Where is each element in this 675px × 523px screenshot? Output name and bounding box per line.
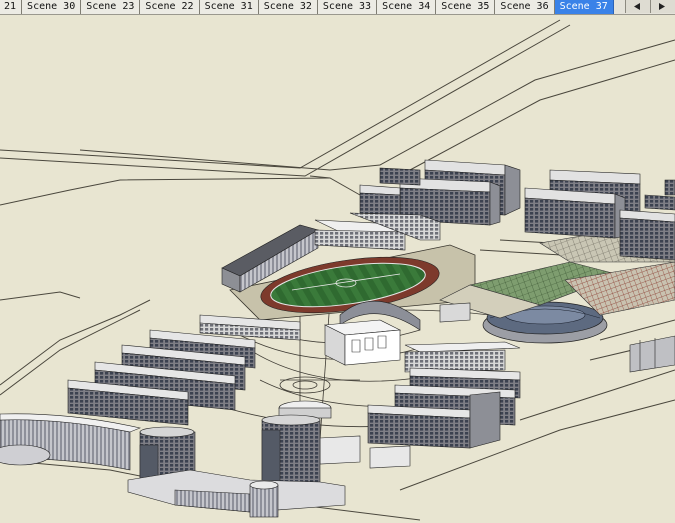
- scene-tab-37[interactable]: Scene 37: [554, 0, 614, 14]
- scene-tab-23[interactable]: Scene 23: [81, 0, 141, 14]
- scene-tab-36[interactable]: Scene 36: [495, 0, 555, 14]
- triangle-left-icon: [634, 3, 640, 10]
- scene-tab-32[interactable]: Scene 32: [258, 0, 318, 14]
- dormitory-block-5: [524, 187, 626, 239]
- scroll-tabs-left-button[interactable]: [625, 0, 650, 13]
- scene-tab-35[interactable]: Scene 35: [436, 0, 496, 14]
- scene-tab-30[interactable]: Scene 30: [22, 0, 82, 14]
- scene-tab-34[interactable]: Scene 34: [377, 0, 437, 14]
- sketchup-window: 21 Scene 30 Scene 23 Scene 22 Scene 31 S…: [0, 0, 675, 523]
- triangle-right-icon: [659, 3, 665, 10]
- scene-tab-31[interactable]: Scene 31: [199, 0, 259, 14]
- scene-tab-bar: 21 Scene 30 Scene 23 Scene 22 Scene 31 S…: [0, 0, 675, 15]
- scene-tab-22[interactable]: Scene 22: [140, 0, 200, 14]
- scene-tab-33[interactable]: Scene 33: [317, 0, 378, 14]
- scene-tab-21[interactable]: 21: [0, 0, 23, 14]
- classroom-row-5: [404, 341, 521, 373]
- tab-bar-spacer: [613, 0, 625, 14]
- model-viewport[interactable]: [0, 15, 675, 523]
- campus-model-render: [0, 15, 675, 523]
- scroll-tabs-right-button[interactable]: [650, 0, 675, 13]
